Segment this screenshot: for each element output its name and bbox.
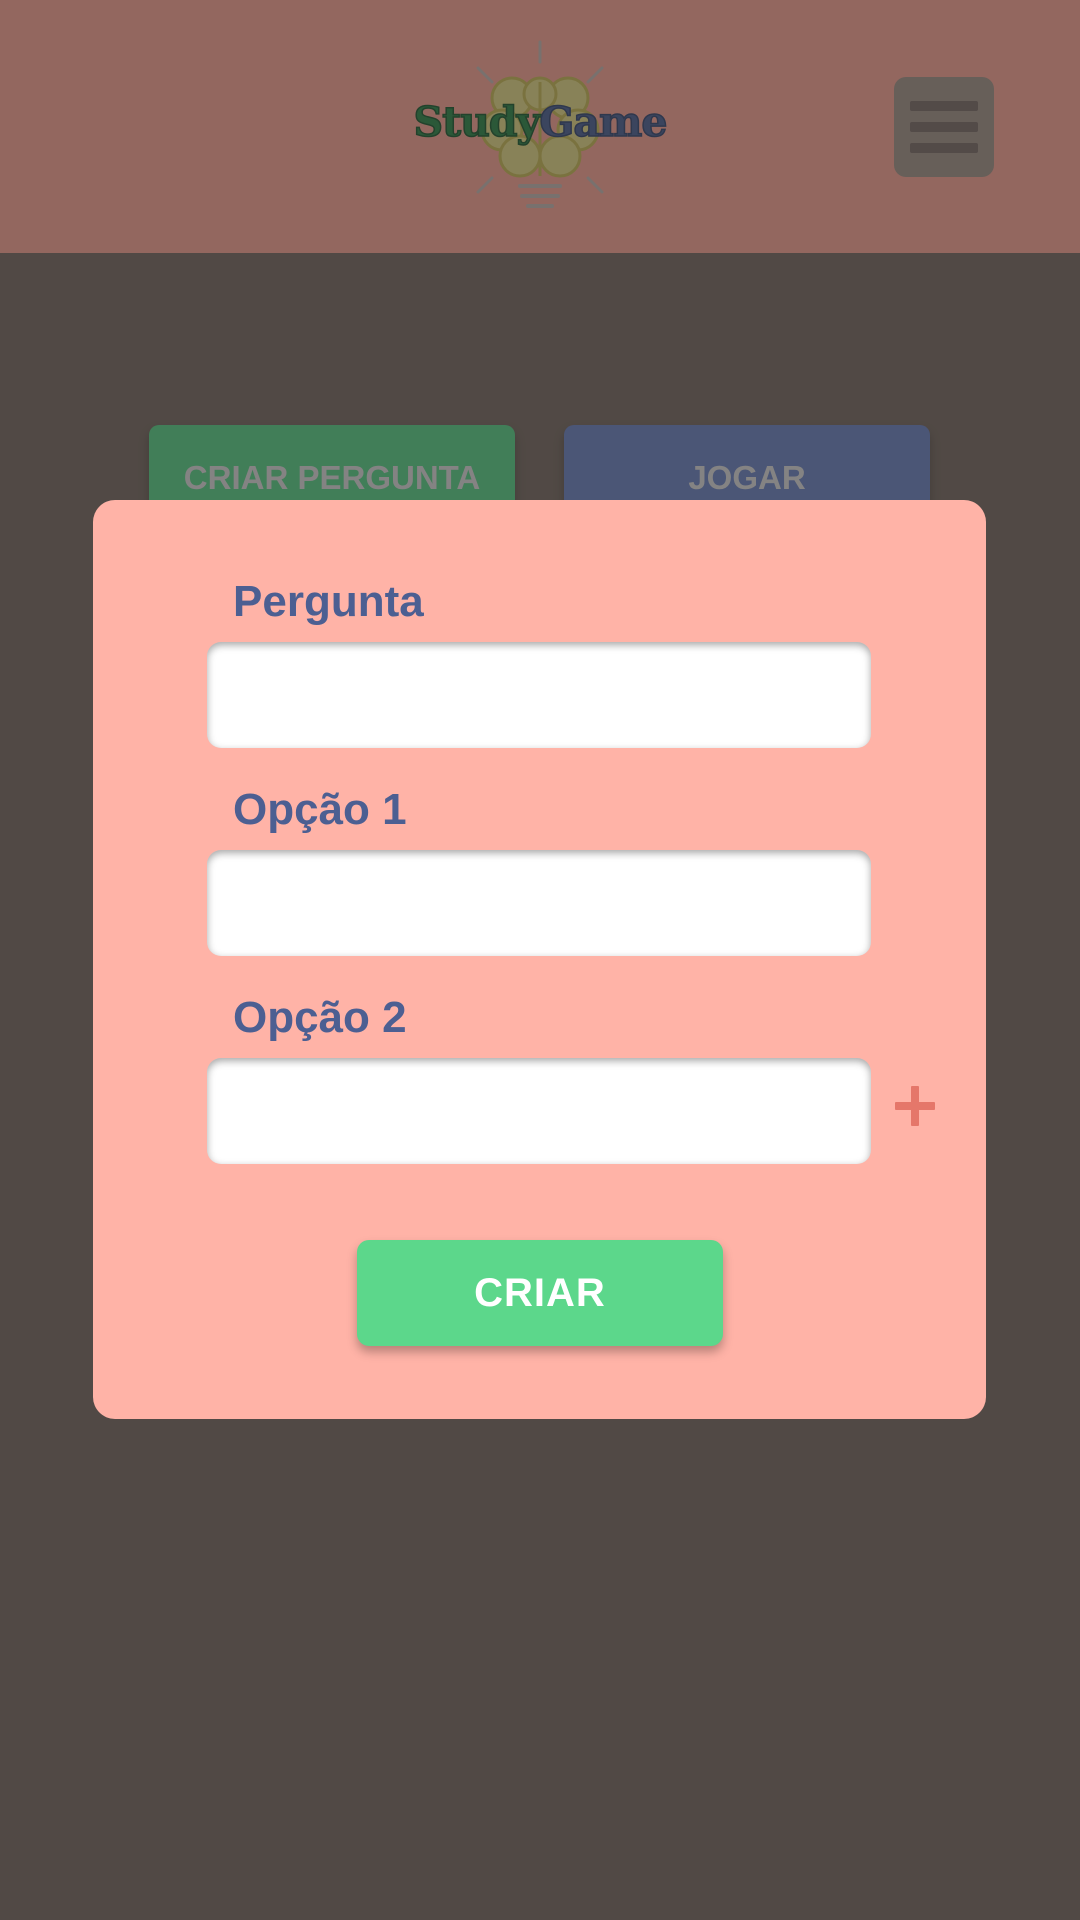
add-option-button[interactable] — [893, 1084, 937, 1128]
create-button[interactable]: CRIAR — [357, 1240, 723, 1346]
option-1-label: Opção 1 — [233, 785, 407, 834]
question-input[interactable] — [207, 642, 871, 748]
create-question-modal: Pergunta Opção 1 Opção 2 CRIAR — [93, 500, 986, 1419]
question-label: Pergunta — [233, 577, 424, 626]
option-2-label: Opção 2 — [233, 993, 407, 1042]
option-1-input[interactable] — [207, 850, 871, 956]
plus-icon-vertical — [911, 1086, 919, 1126]
option-2-input[interactable] — [207, 1058, 871, 1164]
